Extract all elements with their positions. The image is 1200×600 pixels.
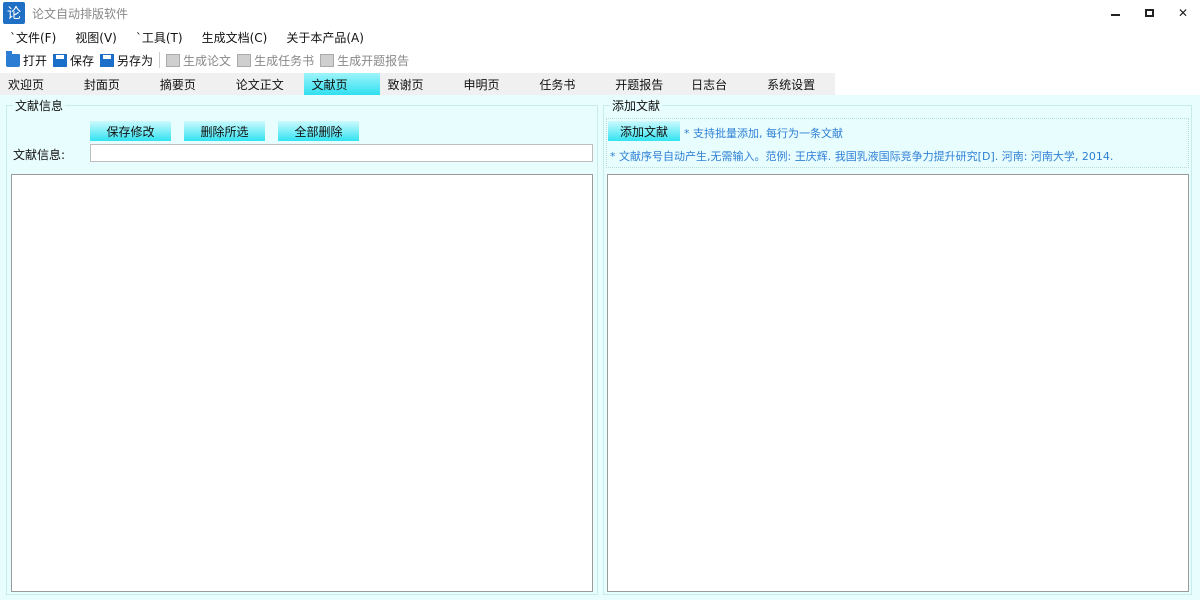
tab-settings[interactable]: 系统设置 — [759, 73, 835, 95]
tab-welcome[interactable]: 欢迎页 — [0, 73, 76, 95]
example-hint: * 文献序号自动产生,无需输入。范例: 王庆辉. 我国乳液国际竞争力提升研究[D… — [610, 150, 1114, 163]
generate-thesis-button[interactable]: 生成论文 — [166, 52, 231, 69]
save-as-icon — [100, 53, 115, 67]
menu-view[interactable]: 视图(V) — [65, 29, 126, 46]
tab-proposal[interactable]: 开题报告 — [607, 73, 683, 95]
tab-declaration[interactable]: 申明页 — [455, 73, 531, 95]
delete-selected-button[interactable]: 删除所选 — [184, 121, 265, 141]
document-icon — [166, 53, 181, 67]
maximize-button[interactable] — [1132, 0, 1166, 26]
generate-proposal-button[interactable]: 生成开题报告 — [320, 52, 409, 69]
add-reference-panel: 添加文献 添加文献 * 支持批量添加, 每行为一条文献 * 文献序号自动产生,无… — [603, 97, 1192, 595]
document-icon — [320, 53, 335, 67]
generate-task-label: 生成任务书 — [254, 53, 315, 68]
menu-file[interactable]: `文件(F) — [0, 29, 65, 46]
reference-info-panel: 文献信息 保存修改 删除所选 全部删除 文献信息: — [6, 97, 598, 595]
reference-field-label: 文献信息: — [13, 148, 66, 162]
app-logo-icon: 论 — [3, 2, 25, 24]
menu-tools[interactable]: `工具(T) — [126, 29, 192, 46]
generate-task-button[interactable]: 生成任务书 — [237, 52, 314, 69]
save-button[interactable]: 保存 — [53, 52, 94, 69]
window-controls: ✕ — [1098, 0, 1200, 26]
close-icon: ✕ — [1177, 6, 1189, 20]
save-changes-button[interactable]: 保存修改 — [90, 121, 171, 141]
reference-list[interactable] — [11, 174, 593, 592]
save-icon — [53, 53, 68, 67]
window-title: 论文自动排版软件 — [32, 6, 129, 21]
toolbar-separator — [159, 52, 161, 68]
menu-generate[interactable]: 生成文档(C) — [192, 29, 277, 46]
minimize-button[interactable] — [1098, 0, 1132, 26]
batch-hint: * 支持批量添加, 每行为一条文献 — [684, 127, 843, 140]
add-reference-button[interactable]: 添加文献 — [608, 121, 680, 141]
document-icon — [237, 53, 252, 67]
save-label: 保存 — [70, 53, 95, 68]
tab-body[interactable]: 论文正文 — [228, 73, 304, 95]
tab-cover[interactable]: 封面页 — [76, 73, 152, 95]
menu-about[interactable]: 关于本产品(A) — [276, 29, 373, 46]
open-label: 打开 — [23, 53, 48, 68]
generate-proposal-label: 生成开题报告 — [337, 53, 410, 68]
tab-task-book[interactable]: 任务书 — [531, 73, 607, 95]
title-bar: 论 论文自动排版软件 ✕ — [0, 0, 1200, 26]
add-reference-textarea[interactable] — [607, 174, 1189, 592]
maximize-icon — [1144, 9, 1154, 17]
save-as-button[interactable]: 另存为 — [100, 52, 153, 69]
tab-acknowledgement[interactable]: 致谢页 — [380, 73, 456, 95]
menu-bar: `文件(F) 视图(V) `工具(T) 生成文档(C) 关于本产品(A) — [0, 27, 373, 47]
close-button[interactable]: ✕ — [1166, 0, 1200, 26]
tab-abstract[interactable]: 摘要页 — [152, 73, 228, 95]
tab-references[interactable]: 文献页 — [303, 73, 380, 95]
folder-icon — [6, 50, 20, 67]
generate-thesis-label: 生成论文 — [183, 53, 232, 68]
reference-info-input[interactable] — [90, 144, 593, 162]
tab-log[interactable]: 日志台 — [683, 73, 759, 95]
reference-info-title: 文献信息 — [13, 97, 66, 114]
open-button[interactable]: 打开 — [6, 50, 48, 69]
add-reference-title: 添加文献 — [610, 97, 663, 114]
delete-all-button[interactable]: 全部删除 — [278, 121, 359, 141]
toolbar: 打开 保存 另存为 生成论文 生成任务书 生成开题报告 — [0, 50, 409, 70]
save-as-label: 另存为 — [117, 53, 154, 68]
references-page: 文献信息 保存修改 删除所选 全部删除 文献信息: 添加文献 添加文献 * 支持… — [0, 95, 1200, 600]
tab-strip: 欢迎页 封面页 摘要页 论文正文 文献页 致谢页 申明页 任务书 开题报告 日志… — [0, 73, 835, 95]
minimize-icon — [1110, 14, 1120, 16]
